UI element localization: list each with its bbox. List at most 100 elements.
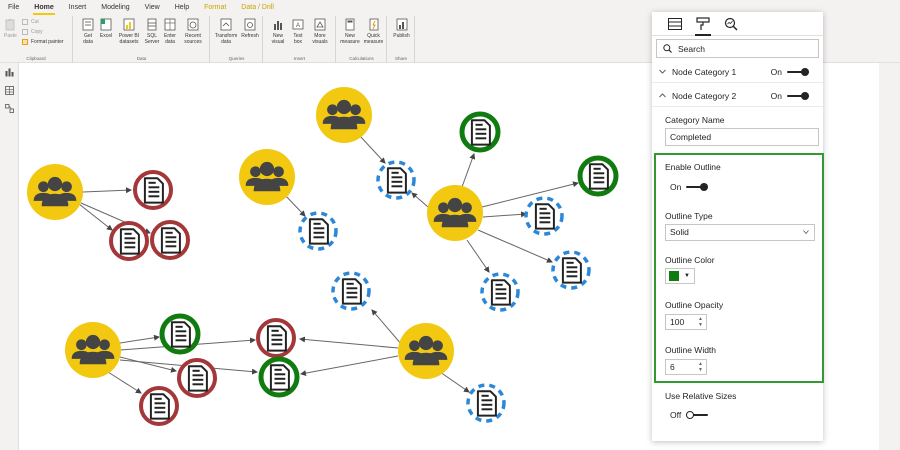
spinner-arrows-icon[interactable]: ▲ ▼ xyxy=(697,361,704,373)
group-node[interactable] xyxy=(239,149,295,205)
format-painter-button[interactable]: Format painter xyxy=(22,39,64,45)
outline-opacity-input[interactable]: 100 ▲ ▼ xyxy=(665,314,707,330)
enter-data-button[interactable]: Enter data xyxy=(162,18,178,45)
graph-edge xyxy=(299,336,399,349)
node-category-2-section[interactable]: Node Category 2 On xyxy=(652,85,823,107)
tab-format[interactable]: Format xyxy=(204,0,226,16)
search-placeholder: Search xyxy=(678,43,705,54)
graph-edge xyxy=(300,355,399,377)
tab-home[interactable]: Home xyxy=(33,0,56,16)
new-measure-button[interactable]: New measure xyxy=(339,18,361,45)
document-node-blue[interactable] xyxy=(466,383,506,423)
tab-file[interactable]: File xyxy=(8,0,19,16)
document-node-red[interactable] xyxy=(133,170,173,210)
publish-icon xyxy=(396,18,407,31)
category-name-label: Category Name xyxy=(665,115,725,125)
scissors-icon xyxy=(22,19,28,25)
use-relative-sizes-toggle[interactable]: Off xyxy=(670,410,709,420)
quick-measure-icon xyxy=(369,18,378,31)
group-node[interactable] xyxy=(427,185,483,241)
document-node-red[interactable] xyxy=(177,358,217,398)
data-view-icon[interactable] xyxy=(5,86,14,95)
new-visual-button[interactable]: New visual xyxy=(268,18,288,45)
outline-opacity-label: Outline Opacity xyxy=(665,300,724,310)
get-data-button[interactable]: Get data xyxy=(79,18,97,45)
document-node-blue[interactable] xyxy=(551,250,591,290)
outline-width-label: Outline Width xyxy=(665,345,717,355)
analytics-tab[interactable] xyxy=(722,15,740,33)
sql-server-button[interactable]: SQL Server xyxy=(143,18,161,45)
document-nodes-green xyxy=(159,111,619,398)
document-node-blue[interactable] xyxy=(331,271,371,311)
excel-label: Excel xyxy=(99,33,113,39)
text-box-button[interactable]: A Text box xyxy=(290,18,306,45)
node-category-1-toggle[interactable]: On xyxy=(771,67,809,77)
text-box-label: Text box xyxy=(293,33,303,45)
document-node-red[interactable] xyxy=(109,221,149,261)
document-node-red[interactable] xyxy=(256,318,296,358)
category-name-input[interactable]: Completed xyxy=(665,128,819,146)
graph-edge xyxy=(411,192,429,208)
spinner-arrows-icon[interactable]: ▲ ▼ xyxy=(697,316,704,328)
refresh-icon xyxy=(244,18,256,31)
excel-button[interactable]: Excel xyxy=(99,18,113,39)
outline-color-picker[interactable]: ▼ xyxy=(665,268,695,284)
outline-width-input[interactable]: 6 ▲ ▼ xyxy=(665,359,707,375)
server-icon xyxy=(147,18,157,31)
data-group: Get data Excel Power BI datasets SQL Ser… xyxy=(74,16,210,63)
outline-type-select[interactable]: Solid xyxy=(665,224,815,241)
report-view-icon[interactable] xyxy=(5,68,14,77)
group-node[interactable] xyxy=(65,322,121,378)
excel-icon xyxy=(100,18,112,31)
enter-data-label: Enter data xyxy=(164,33,176,45)
document-node-green[interactable] xyxy=(577,155,619,197)
chevron-down-icon xyxy=(803,230,809,234)
more-visuals-button[interactable]: More visuals xyxy=(308,18,332,45)
format-tab[interactable] xyxy=(694,15,712,36)
clipboard-group-label: Clipboard xyxy=(26,56,46,61)
node-category-2-label: Node Category 2 xyxy=(672,90,737,101)
document-node-green[interactable] xyxy=(159,313,201,355)
model-view-icon[interactable] xyxy=(5,104,14,113)
recent-sources-button[interactable]: Recent sources xyxy=(179,18,207,45)
group-node[interactable] xyxy=(27,164,83,220)
tab-data-drill[interactable]: Data / Drill xyxy=(241,0,274,16)
document-node-blue[interactable] xyxy=(524,196,564,236)
search-input[interactable]: Search xyxy=(656,39,819,58)
document-node-blue[interactable] xyxy=(298,211,338,251)
power-bi-datasets-button[interactable]: Power BI datasets xyxy=(116,18,142,45)
tab-insert[interactable]: Insert xyxy=(69,0,87,16)
document-node-red[interactable] xyxy=(150,220,190,260)
node-category-1-section[interactable]: Node Category 1 On xyxy=(652,61,823,83)
document-node-blue[interactable] xyxy=(376,160,416,200)
document-node-green[interactable] xyxy=(258,356,300,398)
node-category-2-toggle[interactable]: On xyxy=(771,91,809,101)
paste-button[interactable]: Paste xyxy=(4,18,17,39)
tab-help[interactable]: Help xyxy=(175,0,189,16)
refresh-button[interactable]: Refresh xyxy=(240,18,260,39)
cut-button[interactable]: Cut xyxy=(22,19,39,25)
group-nodes xyxy=(27,87,483,379)
graph-edge xyxy=(461,153,476,188)
document-node-green[interactable] xyxy=(459,111,501,153)
analytics-magnifier-icon xyxy=(724,17,738,31)
tab-view[interactable]: View xyxy=(145,0,160,16)
tab-modeling[interactable]: Modeling xyxy=(101,0,129,16)
enable-outline-toggle[interactable]: On xyxy=(670,182,709,192)
copy-button[interactable]: Copy xyxy=(22,29,43,35)
quick-measure-button[interactable]: Quick measure xyxy=(362,18,385,45)
paintbrush-icon xyxy=(22,39,28,45)
graph-edge xyxy=(482,211,527,218)
fields-tab[interactable] xyxy=(666,15,684,33)
graph-edge xyxy=(119,334,160,344)
group-node[interactable] xyxy=(398,323,454,379)
group-node[interactable] xyxy=(316,87,372,143)
paint-roller-icon xyxy=(696,16,710,30)
transform-data-button[interactable]: Transform data xyxy=(214,18,238,45)
document-node-blue[interactable] xyxy=(480,272,520,312)
outline-type-label: Outline Type xyxy=(665,211,713,221)
document-node-red[interactable] xyxy=(139,386,179,426)
recent-sources-icon xyxy=(187,18,199,31)
text-box-icon: A xyxy=(292,19,304,30)
publish-button[interactable]: Publish xyxy=(391,18,412,39)
